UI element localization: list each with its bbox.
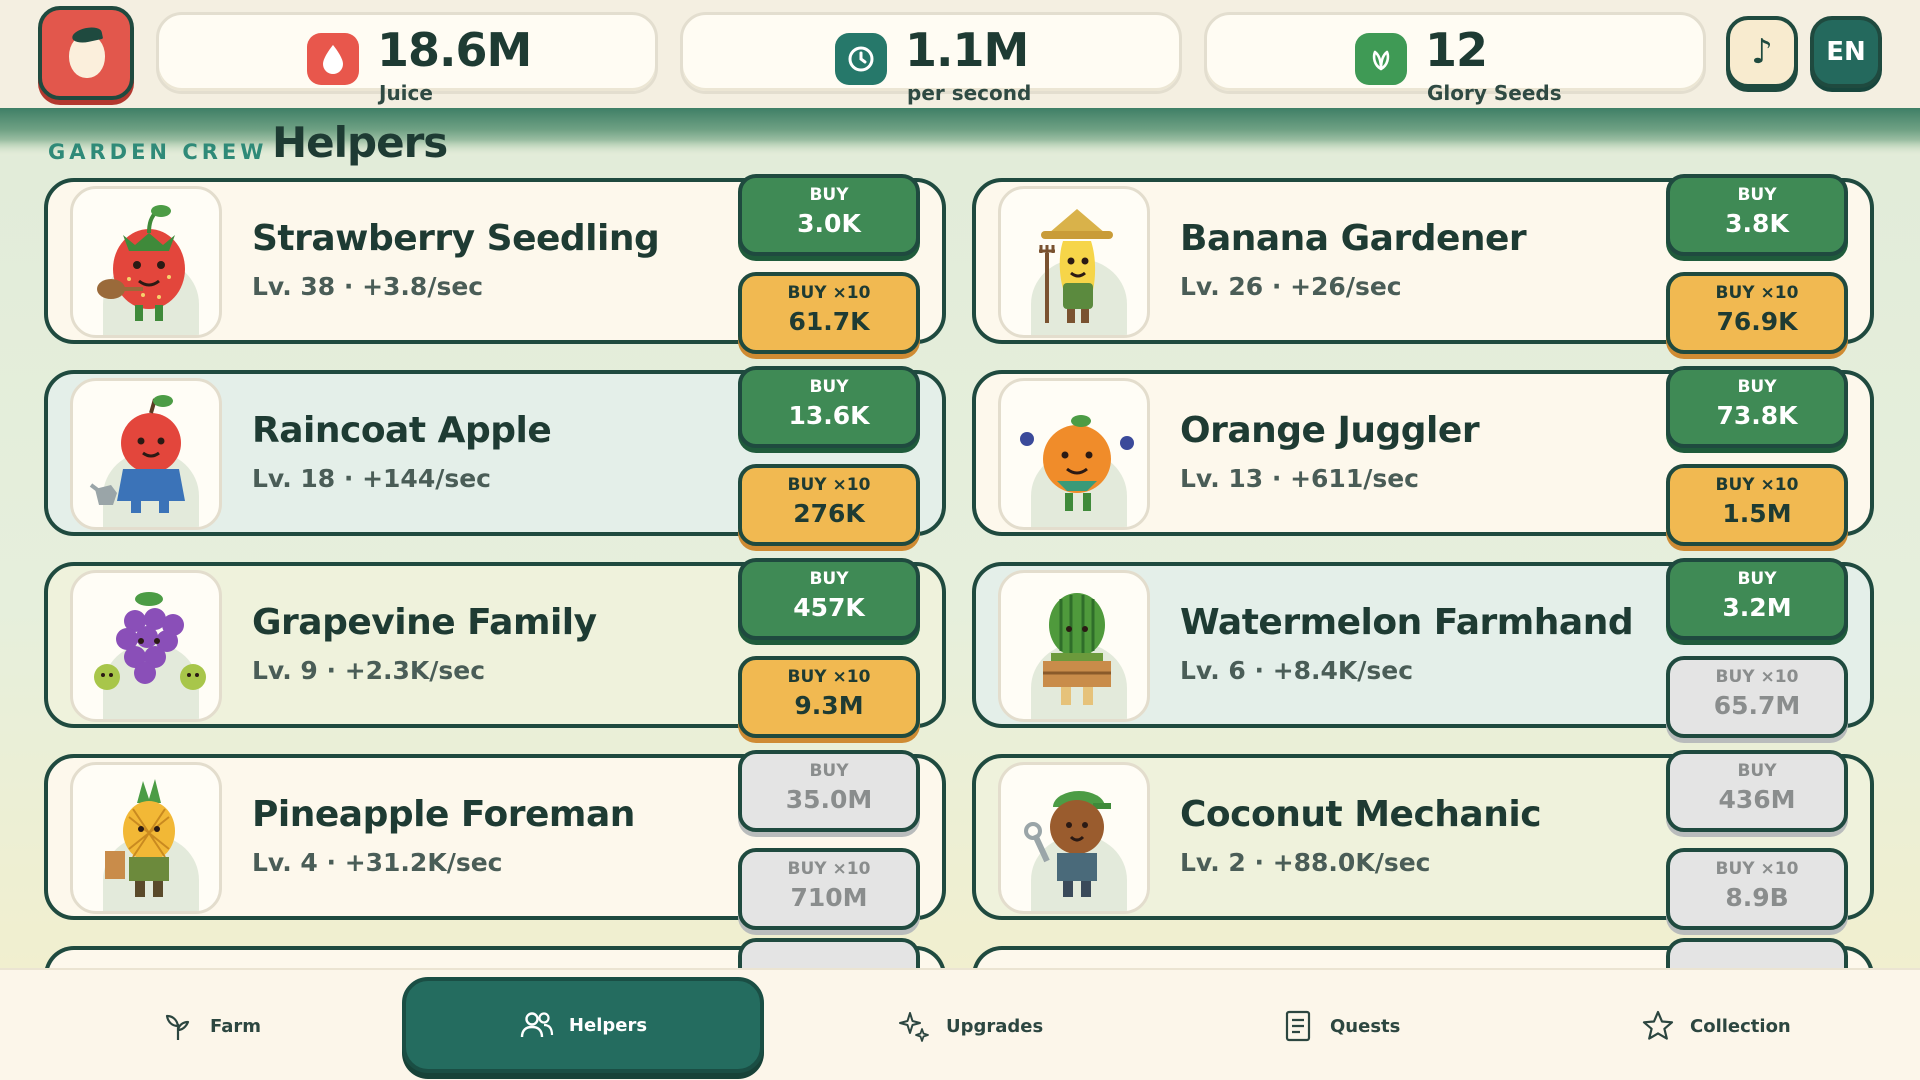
buy-price: 457K [793,593,865,622]
seeds-label: Glory Seeds [1427,81,1562,105]
buy-price: 3.8K [1725,209,1789,238]
nav-helpers[interactable]: Helpers [402,977,764,1073]
buy-price: 3.2M [1722,593,1792,622]
buy-price: 35.0M [785,785,873,814]
rate-label: per second [907,81,1032,105]
top-bar: 18.6M Juice 1.1M per second 12 Glory See… [0,0,1920,108]
document-icon [1280,1008,1316,1044]
helper-info: Lv. 2 · +88.0K/sec [1180,848,1431,877]
leaf-icon [1355,33,1407,85]
helper-name: Orange Juggler [1180,410,1480,451]
grapevine-family-icon [70,570,222,722]
nav-quests[interactable]: Quests [1280,970,1400,1080]
helper-info: Lv. 6 · +8.4K/sec [1180,656,1414,685]
game-logo[interactable] [38,6,134,100]
seeds-counter: 12 Glory Seeds [1204,12,1706,105]
buy-ten-button[interactable]: BUY ×10 276K [738,464,920,546]
clock-icon [835,33,887,85]
watermelon-farmhand-icon [998,570,1150,722]
helper-info: Lv. 13 · +611/sec [1180,464,1420,493]
buy-price: 13.6K [788,401,870,430]
buy-button[interactable]: BUY 13.6K [738,366,920,448]
buy-button-disabled[interactable]: BUY 436M [1666,750,1848,832]
buy-ten-button[interactable]: BUY ×10 61.7K [738,272,920,354]
star-icon [1640,1008,1676,1044]
music-toggle-button[interactable]: ♪ [1726,16,1798,88]
orange-juggler-icon [998,378,1150,530]
people-icon [519,1007,555,1043]
buy-price: 3.0K [797,209,861,238]
music-note-icon: ♪ [1751,32,1773,72]
coconut-mechanic-icon [998,762,1150,914]
banana-gardener-icon [998,186,1150,338]
helper-info: Lv. 18 · +144/sec [252,464,492,493]
juice-label: Juice [379,81,433,105]
raincoat-apple-icon [70,378,222,530]
juice-drop-icon [307,33,359,85]
buy-ten-button[interactable]: BUY ×10 9.3M [738,656,920,738]
nav-upgrades[interactable]: Upgrades [896,970,1043,1080]
language-label: EN [1826,37,1866,67]
buy-button[interactable]: BUY 3.0K [738,174,920,256]
language-button[interactable]: EN [1810,16,1882,88]
buy-ten-price: 76.9K [1716,307,1798,336]
buy-ten-price: 61.7K [788,307,870,336]
buy-button[interactable]: BUY 3.8K [1666,174,1848,256]
buy-ten-price: 1.5M [1722,499,1792,528]
buy-ten-price: 8.9B [1725,883,1789,912]
rate-value: 1.1M [905,23,1029,77]
helper-info: Lv. 4 · +31.2K/sec [252,848,503,877]
helper-info: Lv. 9 · +2.3K/sec [252,656,486,685]
section-eyebrow: GARDEN CREW [48,140,268,164]
buy-ten-price: 710M [790,883,868,912]
seeds-value: 12 [1425,23,1488,77]
juice-value: 18.6M [377,23,532,77]
buy-button[interactable]: BUY 457K [738,558,920,640]
helper-name: Grapevine Family [252,602,597,643]
buy-button[interactable]: BUY 73.8K [1666,366,1848,448]
buy-ten-price: 276K [793,499,865,528]
buy-price: 73.8K [1716,401,1798,430]
rate-counter: 1.1M per second [680,12,1182,105]
bottom-nav: Farm Helpers Upgrades Quests Collection [0,968,1920,1080]
buy-button-disabled[interactable]: BUY 35.0M [738,750,920,832]
pineapple-foreman-icon [70,762,222,914]
helper-info: Lv. 26 · +26/sec [1180,272,1402,301]
helper-name: Raincoat Apple [252,410,552,451]
helper-name: Strawberry Seedling [252,218,660,259]
sparkle-icon [896,1008,932,1044]
buy-ten-price: 9.3M [794,691,864,720]
buy-ten-button[interactable]: BUY ×10 1.5M [1666,464,1848,546]
helper-name: Coconut Mechanic [1180,794,1542,835]
page-title: Helpers [272,118,448,167]
nav-farm[interactable]: Farm [160,970,261,1080]
nav-collection[interactable]: Collection [1640,970,1791,1080]
buy-ten-button-disabled[interactable]: BUY ×10 8.9B [1666,848,1848,930]
helper-info: Lv. 38 · +3.8/sec [252,272,484,301]
helper-name: Watermelon Farmhand [1180,602,1634,643]
sprout-icon [160,1008,196,1044]
buy-ten-button[interactable]: BUY ×10 76.9K [1666,272,1848,354]
helper-name: Pineapple Foreman [252,794,635,835]
buy-ten-price: 65.7M [1713,691,1801,720]
buy-button[interactable]: BUY 3.2M [1666,558,1848,640]
juice-counter: 18.6M Juice [156,12,658,105]
buy-ten-button-disabled[interactable]: BUY ×10 710M [738,848,920,930]
buy-ten-button-disabled[interactable]: BUY ×10 65.7M [1666,656,1848,738]
helper-name: Banana Gardener [1180,218,1527,259]
strawberry-seedling-icon [70,186,222,338]
buy-price: 436M [1718,785,1796,814]
